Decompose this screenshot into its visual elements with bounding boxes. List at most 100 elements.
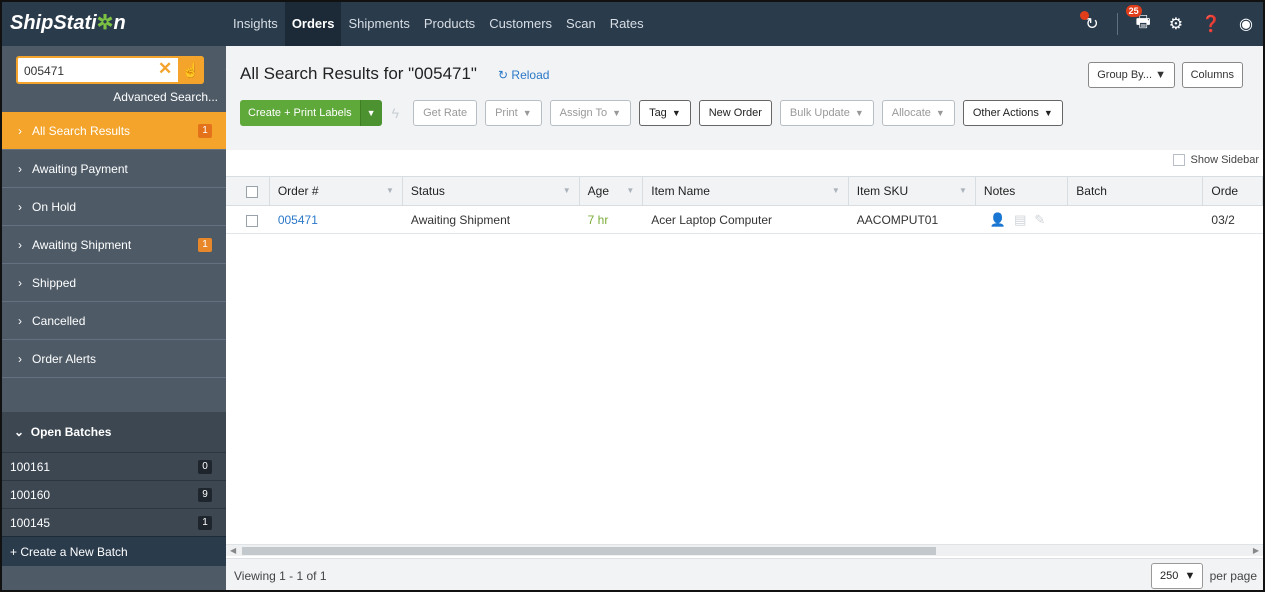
column-header-order-date[interactable]: Orde xyxy=(1203,177,1263,205)
group-by-label: Group By... xyxy=(1097,69,1153,81)
column-header-status[interactable]: Status ▼ xyxy=(403,177,580,205)
settings-gear-icon[interactable]: ⚙ xyxy=(1169,14,1183,34)
account-icon[interactable]: ◉ xyxy=(1239,14,1253,34)
sidebar-item-shipped[interactable]: › Shipped xyxy=(2,264,226,302)
logo-text: ShipStati xyxy=(10,12,97,34)
nav-shipments[interactable]: Shipments xyxy=(341,2,416,46)
refresh-icon[interactable]: ↻ xyxy=(1080,11,1099,34)
help-icon[interactable]: ❓ xyxy=(1201,14,1221,34)
nav-products[interactable]: Products xyxy=(417,2,482,46)
print-button[interactable]: Print ▼ xyxy=(485,100,542,126)
create-print-dropdown-button[interactable]: ▼ xyxy=(359,100,382,126)
column-header-item-sku[interactable]: Item SKU ▼ xyxy=(849,177,976,205)
status-cell: Awaiting Shipment xyxy=(410,213,511,227)
show-sidebar-label: Show Sidebar xyxy=(1190,154,1260,166)
other-actions-button[interactable]: Other Actions ▼ xyxy=(962,100,1063,126)
printer-icon[interactable]: 25 🖶 xyxy=(1125,4,1151,38)
sidebar-item-cancelled[interactable]: › Cancelled xyxy=(2,302,226,340)
item-sku-cell: AACOMPUT01 xyxy=(856,213,939,227)
search-go-button[interactable]: ☝ xyxy=(178,56,204,84)
row-checkbox[interactable] xyxy=(246,214,258,227)
sidebar-item-on-hold[interactable]: › On Hold xyxy=(2,188,226,226)
batch-row[interactable]: 100145 1 xyxy=(2,508,226,536)
allocate-button[interactable]: Allocate ▼ xyxy=(881,100,955,126)
action-bar: Create + Print Labels ▼ ϟ Get Rate Print… xyxy=(240,100,1071,126)
order-date-cell: 03/2 xyxy=(1211,213,1235,227)
batch-row[interactable]: 100160 9 xyxy=(2,480,226,508)
show-sidebar-toggle[interactable]: Show Sidebar xyxy=(1172,154,1260,166)
lightning-bolt-icon[interactable]: ϟ xyxy=(392,105,399,121)
columns-button[interactable]: Columns xyxy=(1181,62,1243,88)
main-nav: Insights Orders Shipments Products Custo… xyxy=(226,2,651,46)
open-batches-header[interactable]: ⌄ Open Batches xyxy=(2,412,226,452)
chevron-right-icon: › xyxy=(18,200,22,214)
bulk-update-button[interactable]: Bulk Update ▼ xyxy=(779,100,874,126)
batch-id: 100145 xyxy=(10,516,51,530)
column-header-batch[interactable]: Batch xyxy=(1068,177,1204,205)
column-header-order[interactable]: Order # ▼ xyxy=(270,177,403,205)
top-nav: ShipStati✲n Insights Orders Shipments Pr… xyxy=(2,2,1263,46)
scroll-left-icon[interactable]: ◀ xyxy=(230,545,236,557)
assign-to-label: Assign To xyxy=(559,107,608,119)
main-content: All Search Results for "005471" ↻ Reload… xyxy=(226,46,1263,590)
column-header-item-name[interactable]: Item Name ▼ xyxy=(643,177,849,205)
internal-note-icon[interactable]: ▤ xyxy=(1014,212,1034,227)
create-print-labels-button[interactable]: Create + Print Labels xyxy=(240,100,360,126)
advanced-search-link[interactable]: Advanced Search... xyxy=(113,90,218,104)
open-batches: ⌄ Open Batches 100161 0 100160 9 100145 … xyxy=(2,412,226,566)
logo-text-tail: n xyxy=(113,12,126,34)
customer-note-icon[interactable]: 👤 xyxy=(990,212,1014,227)
nav-insights[interactable]: Insights xyxy=(226,2,285,46)
nav-rates[interactable]: Rates xyxy=(603,2,651,46)
select-all-checkbox[interactable] xyxy=(246,185,258,198)
per-page-value: 250 xyxy=(1160,570,1179,582)
get-rate-button[interactable]: Get Rate xyxy=(413,100,478,126)
sidebar-item-all-search-results[interactable]: › All Search Results 1 xyxy=(2,112,238,150)
other-actions-label: Other Actions xyxy=(972,107,1039,119)
sidebar-item-awaiting-payment[interactable]: › Awaiting Payment xyxy=(2,150,226,188)
chevron-down-icon: ⌄ xyxy=(14,425,25,439)
nav-customers[interactable]: Customers xyxy=(482,2,559,46)
chevron-right-icon: › xyxy=(18,124,22,138)
tag-button[interactable]: Tag ▼ xyxy=(639,100,691,126)
caret-down-icon: ▼ xyxy=(1043,108,1053,118)
scrollbar-thumb[interactable] xyxy=(242,547,936,555)
sidebar-item-order-alerts[interactable]: › Order Alerts xyxy=(2,340,226,378)
column-header-label: Item SKU xyxy=(856,184,909,198)
column-header-label: Orde xyxy=(1211,184,1239,198)
shipstation-logo[interactable]: ShipStati✲n xyxy=(10,8,220,38)
count-badge: 1 xyxy=(198,516,212,530)
nav-divider xyxy=(1116,13,1118,35)
table-row[interactable]: 005471 Awaiting Shipment 7 hr Acer Lapto… xyxy=(226,206,1263,234)
create-batch-button[interactable]: + Create a New Batch xyxy=(2,536,226,566)
caret-down-icon: ▼ xyxy=(671,108,681,118)
show-sidebar-checkbox[interactable] xyxy=(1172,154,1185,166)
clear-search-icon[interactable]: ✕ xyxy=(158,59,172,79)
search-input[interactable] xyxy=(24,62,154,80)
column-header-label: Status xyxy=(410,184,445,198)
batch-row[interactable]: 100161 0 xyxy=(2,452,226,480)
count-badge: 0 xyxy=(198,460,212,474)
order-number-link[interactable]: 005471 xyxy=(270,206,403,233)
chevron-right-icon: › xyxy=(18,162,22,176)
assign-to-button[interactable]: Assign To ▼ xyxy=(549,100,632,126)
per-page-select[interactable]: 250 ▼ xyxy=(1151,563,1203,589)
nav-utility-icons: ↻ 25 🖶 ⚙ ❓ ◉ xyxy=(1080,2,1253,46)
chevron-right-icon: › xyxy=(18,276,22,290)
nav-orders[interactable]: Orders xyxy=(284,2,342,46)
age-cell: 7 hr xyxy=(587,213,609,227)
order-status-list: › All Search Results 1 › Awaiting Payment … xyxy=(2,112,238,378)
gift-note-icon[interactable]: ✎ xyxy=(1034,212,1053,227)
column-header-label: Batch xyxy=(1076,184,1107,198)
scroll-right-icon[interactable]: ▶ xyxy=(1253,545,1259,557)
tag-label: Tag xyxy=(649,107,667,119)
horizontal-scrollbar[interactable]: ◀ ▶ xyxy=(226,544,1263,556)
column-header-notes[interactable]: Notes xyxy=(976,177,1069,205)
reload-link[interactable]: ↻ Reload xyxy=(498,68,549,82)
nav-scan[interactable]: Scan xyxy=(559,2,603,46)
column-header-age[interactable]: Age ▼ xyxy=(580,177,644,205)
new-order-button[interactable]: New Order xyxy=(698,100,772,126)
bulk-update-label: Bulk Update xyxy=(789,107,850,119)
sidebar-item-awaiting-shipment[interactable]: › Awaiting Shipment 1 xyxy=(2,226,226,264)
group-by-button[interactable]: Group By... ▼ xyxy=(1088,62,1175,88)
